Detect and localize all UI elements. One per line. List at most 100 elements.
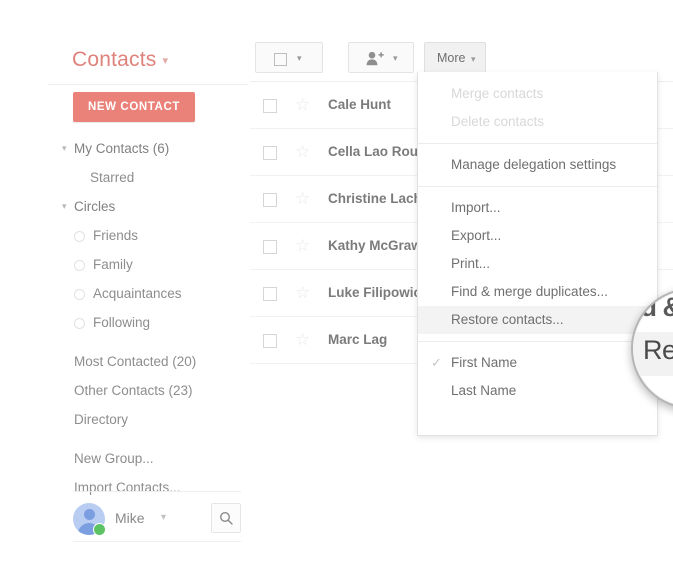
contacts-app: Contacts ▾ NEW CONTACT ▾ My Contacts (6) St… (0, 0, 673, 562)
sidebar-item-label: My Contacts (6) (74, 141, 170, 156)
chevron-down-icon[interactable]: ▾ (161, 512, 166, 523)
checkbox-icon (274, 53, 287, 66)
sidebar-item-family[interactable]: Family (48, 250, 248, 279)
nav-gap (48, 434, 248, 444)
row-checkbox[interactable] (263, 193, 277, 207)
menu-item-merge-contacts: Merge contacts (418, 80, 657, 108)
more-dropdown-button[interactable]: More ▾ (424, 42, 486, 73)
sidebar-divider-top (73, 491, 241, 492)
menu-item-label: Delete contacts (451, 114, 545, 129)
menu-item-label: Restore contacts... (451, 312, 564, 327)
menu-separator (418, 143, 657, 144)
star-icon[interactable]: ☆ (295, 331, 310, 348)
new-contact-button[interactable]: NEW CONTACT (73, 92, 195, 122)
chevron-down-icon: ▾ (62, 143, 67, 153)
chevron-down-icon: ▾ (62, 201, 67, 211)
menu-item-export[interactable]: Export... (418, 222, 657, 250)
menu-item-delete-contacts: Delete contacts (418, 108, 657, 136)
row-checkbox[interactable] (263, 99, 277, 113)
circle-icon (74, 318, 85, 329)
sidebar-item-import-contacts[interactable]: Import Contacts... (48, 473, 248, 502)
magnifier-main-text: Restore c (643, 335, 673, 365)
sidebar-divider-bottom (73, 541, 241, 542)
menu-item-label: Last Name (451, 383, 517, 398)
menu-item-print[interactable]: Print... (418, 250, 657, 278)
row-checkbox[interactable] (263, 146, 277, 160)
star-icon[interactable]: ☆ (295, 190, 310, 207)
menu-item-first-name[interactable]: ✓ First Name (418, 349, 657, 377)
chevron-down-icon: ▾ (393, 53, 398, 63)
brand-title[interactable]: Contacts ▾ (72, 48, 168, 72)
menu-item-last-name[interactable]: Last Name (418, 377, 657, 405)
contact-name: Marc Lag (328, 332, 388, 347)
magnifier-top-text: nd & (633, 292, 673, 322)
check-icon: ✓ (431, 355, 442, 370)
more-menu-panel: Merge contacts Delete contacts Manage dele… (417, 72, 658, 436)
chevron-down-icon: ▾ (471, 54, 476, 64)
row-checkbox[interactable] (263, 287, 277, 301)
menu-top-padding (418, 72, 657, 80)
sidebar-item-label: Directory (74, 412, 129, 427)
select-all-dropdown[interactable]: ▾ (255, 42, 323, 73)
menu-separator (418, 341, 657, 342)
sidebar-item-label: Circles (74, 199, 116, 214)
contact-name: Kathy McGraw (328, 238, 422, 253)
search-button[interactable] (211, 503, 241, 533)
star-icon[interactable]: ☆ (295, 96, 310, 113)
sidebar-item-circles[interactable]: ▾ Circles (48, 192, 248, 221)
menu-item-label: First Name (451, 355, 518, 370)
add-person-dropdown[interactable]: ▾ (348, 42, 414, 73)
sidebar-nav: ▾ My Contacts (6) Starred ▾ Circles Friends Fa… (48, 134, 248, 502)
nav-gap (48, 337, 248, 347)
circle-icon (74, 260, 85, 271)
sidebar-item-label: Acquaintances (93, 286, 182, 301)
sidebar-item-acquaintances[interactable]: Acquaintances (48, 279, 248, 308)
menu-item-label: Find & merge duplicates... (451, 284, 608, 299)
sidebar-item-label: Family (93, 257, 133, 272)
sidebar: Contacts ▾ NEW CONTACT ▾ My Contacts (6) St… (48, 36, 248, 542)
online-status-dot (93, 523, 106, 536)
brand-title-label: Contacts (72, 48, 157, 71)
row-checkbox[interactable] (263, 240, 277, 254)
menu-separator (418, 186, 657, 187)
sidebar-item-friends[interactable]: Friends (48, 221, 248, 250)
menu-item-manage-delegation-settings[interactable]: Manage delegation settings (418, 151, 657, 179)
chevron-down-icon: ▾ (297, 53, 302, 63)
sidebar-item-my-contacts-6[interactable]: ▾ My Contacts (6) (48, 134, 248, 163)
more-button-label: More (437, 51, 466, 65)
row-checkbox[interactable] (263, 334, 277, 348)
contact-name: Luke Filipowic (328, 285, 422, 300)
contact-name: Christine Lach (328, 191, 422, 206)
contact-name: Cale Hunt (328, 97, 392, 112)
avatar[interactable] (73, 503, 106, 536)
menu-item-import[interactable]: Import... (418, 194, 657, 222)
user-name[interactable]: Mike (115, 510, 145, 526)
sidebar-item-most-contacted-20[interactable]: Most Contacted (20) (48, 347, 248, 376)
contact-name: Cella Lao Rou (328, 144, 419, 159)
star-icon[interactable]: ☆ (295, 237, 310, 254)
menu-item-label: Import... (451, 200, 501, 215)
menu-item-restore-contacts[interactable]: Restore contacts... (418, 306, 657, 334)
sidebar-item-label: Import Contacts... (74, 480, 181, 495)
sidebar-item-directory[interactable]: Directory (48, 405, 248, 434)
sidebar-item-following[interactable]: Following (48, 308, 248, 337)
menu-item-label: Merge contacts (451, 86, 544, 101)
menu-item-label: Print... (451, 256, 491, 271)
star-icon[interactable]: ☆ (295, 284, 310, 301)
sidebar-item-label: Most Contacted (20) (74, 354, 197, 369)
menu-item-label: Manage delegation settings (451, 157, 617, 172)
search-icon (219, 511, 233, 525)
brand-divider (48, 84, 248, 85)
main-content: ▾ ▾ More ▾ ☆Cale Huntena☆Cella Lao Rouen… (250, 36, 673, 542)
sidebar-item-label: Following (93, 315, 151, 330)
menu-item-find-merge-duplicates[interactable]: Find & merge duplicates... (418, 278, 657, 306)
menu-item-label: Export... (451, 228, 502, 243)
user-bar: Mike ▾ (73, 499, 241, 539)
sidebar-item-label: Other Contacts (23) (74, 383, 193, 398)
circle-icon (74, 289, 85, 300)
person-add-icon (366, 51, 384, 66)
sidebar-item-starred[interactable]: Starred (48, 163, 248, 192)
star-icon[interactable]: ☆ (295, 143, 310, 160)
sidebar-item-new-group[interactable]: New Group... (48, 444, 248, 473)
sidebar-item-other-contacts-23[interactable]: Other Contacts (23) (48, 376, 248, 405)
